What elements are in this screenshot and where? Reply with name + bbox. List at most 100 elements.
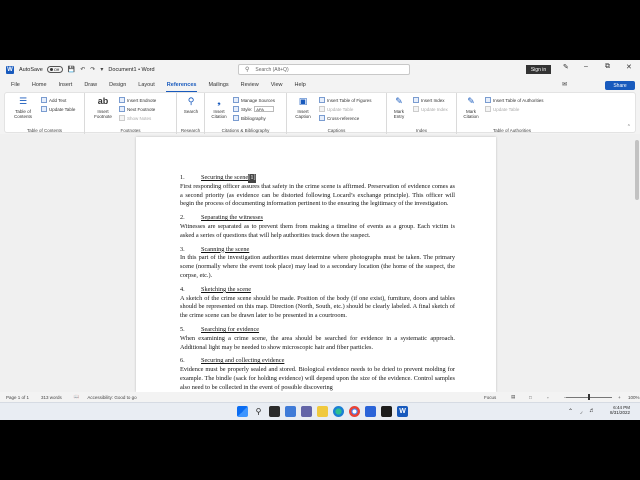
add-text-button[interactable]: Add Text <box>41 97 66 103</box>
manage-sources-button[interactable]: Manage Sources <box>233 97 275 103</box>
tab-view[interactable]: View <box>270 79 284 92</box>
table-of-contents-button[interactable]: ☰ Table of Contents <box>9 95 37 120</box>
insert-endnote-button[interactable]: Insert Endnote <box>119 97 156 103</box>
task-view-icon[interactable] <box>269 406 280 417</box>
section-heading[interactable]: 6. Securing and collecting evidence <box>180 357 455 366</box>
teams-icon[interactable] <box>301 406 312 417</box>
document-body[interactable]: 1. Securing the scene [1] First responding … <box>180 174 455 392</box>
zoom-in-icon[interactable]: + <box>618 395 621 400</box>
selected-citation[interactable]: [1] <box>248 174 256 183</box>
section-title[interactable]: Sketching the scene <box>201 286 251 295</box>
terminal-icon[interactable] <box>381 406 392 417</box>
tab-review[interactable]: Review <box>240 79 260 92</box>
sign-in-button[interactable]: Sign in <box>526 65 551 74</box>
clock[interactable]: 6:44 PM 8/31/2022 <box>598 405 630 415</box>
section-heading[interactable]: 4. Sketching the scene <box>180 286 455 295</box>
word-count[interactable]: 313 words <box>41 395 62 400</box>
comments-icon[interactable]: ✉ <box>562 81 567 88</box>
scrollbar-thumb[interactable] <box>635 140 639 200</box>
mark-citation-button[interactable]: ✎ Mark Citation <box>459 95 483 120</box>
section-heading[interactable]: 3. Scanning the scene <box>180 246 455 255</box>
next-footnote-button[interactable]: Next Footnote <box>119 106 155 112</box>
tab-references[interactable]: References <box>165 79 198 92</box>
captions-update-table-button[interactable]: Update Table <box>319 106 353 112</box>
insert-toa-icon <box>485 97 491 103</box>
page-count[interactable]: Page 1 of 1 <box>6 395 29 400</box>
tab-file[interactable]: File <box>10 79 21 92</box>
tab-layout[interactable]: Layout <box>137 79 156 92</box>
collapse-ribbon-icon[interactable]: ⌃ <box>627 124 631 130</box>
print-layout-icon[interactable]: □ <box>529 395 532 400</box>
section-title[interactable]: Securing and collecting evidence <box>201 357 284 366</box>
wifi-icon[interactable]: ◞ <box>580 408 582 415</box>
tab-mailings[interactable]: Mailings <box>207 79 229 92</box>
section-heading[interactable]: 1. Securing the scene [1] <box>180 174 455 183</box>
edge-icon[interactable] <box>333 406 344 417</box>
mark-entry-button[interactable]: ✎ Mark Entry <box>389 95 409 120</box>
restore-icon[interactable]: ⧉ <box>605 63 610 71</box>
section-paragraph[interactable]: First responding officer assures that sa… <box>180 183 455 209</box>
minimize-icon[interactable]: – <box>584 63 588 70</box>
zoom-level[interactable]: 100% <box>628 395 640 400</box>
start-icon[interactable] <box>237 406 248 417</box>
style-value[interactable]: APA <box>254 106 275 112</box>
undo-icon[interactable]: ↶ <box>80 66 85 73</box>
section-paragraph[interactable]: Witnesses are separated as to prevent th… <box>180 223 455 241</box>
focus-button[interactable]: Focus <box>484 395 496 400</box>
document-page[interactable]: 1. Securing the scene [1] First responding … <box>136 137 496 392</box>
show-notes-button[interactable]: Show Notes <box>119 115 151 121</box>
tab-draw[interactable]: Draw <box>83 79 98 92</box>
search-input[interactable]: ⚲ Search (Alt+Q) <box>238 64 410 75</box>
close-icon[interactable]: ✕ <box>626 63 632 71</box>
section-heading[interactable]: 2. Separating the witnesses <box>180 214 455 223</box>
insert-footnote-button[interactable]: ab Insert Footnote <box>91 95 115 120</box>
pen-icon[interactable]: ✎ <box>563 63 569 71</box>
read-mode-icon[interactable]: ▤ <box>511 394 515 400</box>
update-index-button[interactable]: Update Index <box>413 106 448 112</box>
tab-design[interactable]: Design <box>108 79 127 92</box>
word-taskbar-icon[interactable]: W <box>397 406 408 417</box>
taskbar-search-icon[interactable]: ⚲ <box>253 406 264 417</box>
insert-toa-button[interactable]: Insert Table of Authorities <box>485 97 543 103</box>
next-footnote-label: Next Footnote <box>127 106 156 112</box>
update-table-label: Update Table <box>49 106 76 112</box>
insert-citation-button[interactable]: ❟ Insert Citation <box>207 95 231 120</box>
customize-toolbar-icon[interactable]: ▾ <box>100 66 103 73</box>
chrome-icon[interactable] <box>349 406 360 417</box>
section-paragraph[interactable]: Evidence must be properly sealed and sto… <box>180 366 455 392</box>
proofing-icon[interactable]: 📖 <box>74 394 80 400</box>
section-title[interactable]: Securing the scene <box>201 174 248 183</box>
style-select[interactable]: Style: APA <box>233 106 275 112</box>
section-title[interactable]: Scanning the scene <box>201 246 249 255</box>
insert-caption-button[interactable]: ▣ Insert Caption <box>291 95 315 120</box>
section-title[interactable]: Separating the witnesses <box>201 214 263 223</box>
accessibility-status[interactable]: Accessibility: Good to go <box>87 395 136 400</box>
section-paragraph[interactable]: When examining a crime scene, the area s… <box>180 335 455 353</box>
tab-help[interactable]: Help <box>294 79 307 92</box>
zoom-slider-knob[interactable] <box>588 394 590 400</box>
tray-chevron-icon[interactable]: ⌃ <box>568 408 573 415</box>
bibliography-button[interactable]: Bibliography <box>233 115 266 121</box>
redo-icon[interactable]: ↷ <box>90 66 95 73</box>
volume-icon[interactable]: ♬ <box>589 408 595 414</box>
vertical-scrollbar[interactable] <box>634 134 640 392</box>
autosave-toggle[interactable]: Off <box>46 66 63 73</box>
update-table-button[interactable]: Update Table <box>41 106 75 112</box>
widgets-icon[interactable] <box>285 406 296 417</box>
search-button[interactable]: ⚲ Search <box>180 95 202 115</box>
store-icon[interactable] <box>365 406 376 417</box>
toa-update-table-button[interactable]: Update Table <box>485 106 519 112</box>
file-explorer-icon[interactable] <box>317 406 328 417</box>
insert-index-button[interactable]: Insert Index <box>413 97 445 103</box>
save-icon[interactable]: 💾 <box>68 66 75 73</box>
section-heading[interactable]: 5. Searching for evidence <box>180 326 455 335</box>
web-layout-icon[interactable]: ▫ <box>547 395 549 400</box>
tab-home[interactable]: Home <box>31 79 48 92</box>
tab-insert[interactable]: Insert <box>58 79 74 92</box>
section-paragraph[interactable]: In this part of the investigation author… <box>180 254 455 280</box>
share-button[interactable]: Share <box>605 81 635 90</box>
cross-reference-button[interactable]: Cross-reference <box>319 115 359 121</box>
section-paragraph[interactable]: A sketch of the crime scene should be ma… <box>180 295 455 321</box>
section-title[interactable]: Searching for evidence <box>201 326 259 335</box>
insert-table-of-figures-button[interactable]: Insert Table of Figures <box>319 97 371 103</box>
